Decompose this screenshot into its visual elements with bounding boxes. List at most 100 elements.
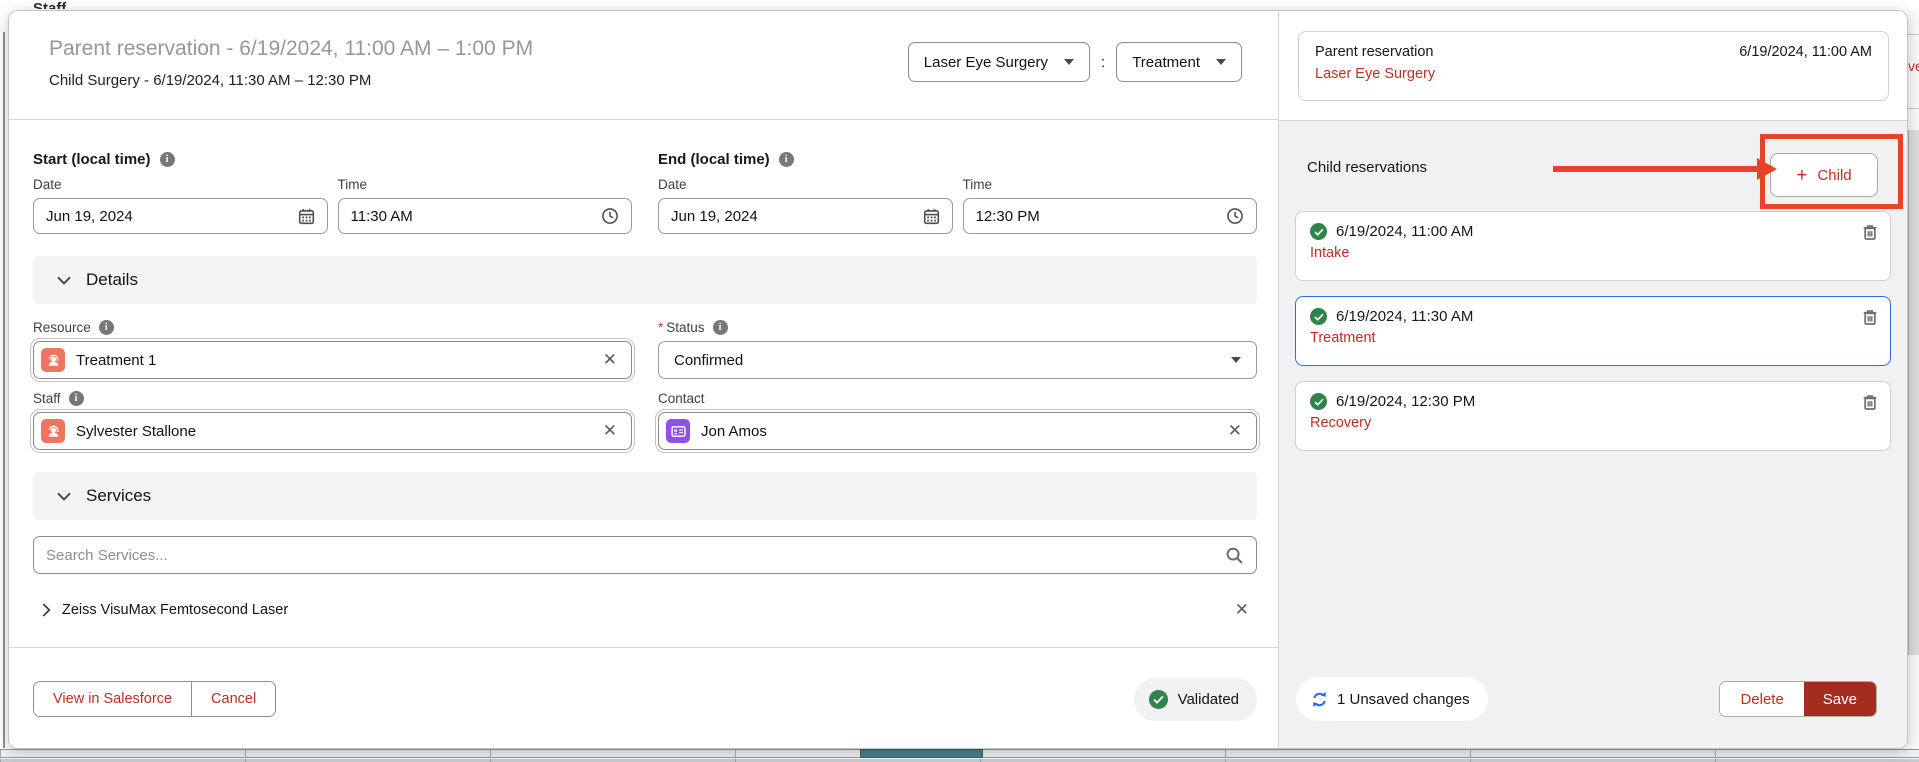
background-page-text-fragment: Staff bbox=[33, 0, 66, 9]
contact-lookup-input[interactable]: Jon Amos ✕ bbox=[658, 412, 1257, 450]
cancel-button[interactable]: Cancel bbox=[191, 682, 275, 716]
resource-lookup-input[interactable]: Treatment 1 ✕ bbox=[33, 341, 632, 379]
unsaved-changes-label: 1 Unsaved changes bbox=[1337, 691, 1470, 708]
form-footer: View in Salesforce Cancel Validated bbox=[9, 647, 1278, 748]
time-label: Time bbox=[963, 177, 1258, 192]
time-label: Time bbox=[338, 177, 633, 192]
background-clipped-red-text: ve bbox=[1908, 58, 1919, 74]
clear-resource-button[interactable]: ✕ bbox=[597, 350, 623, 370]
chevron-down-icon bbox=[1064, 59, 1074, 65]
type-selectors: Laser Eye Surgery : Treatment bbox=[908, 42, 1242, 82]
unsaved-changes-chip[interactable]: 1 Unsaved changes bbox=[1296, 677, 1488, 721]
parent-card-type: Laser Eye Surgery bbox=[1315, 66, 1872, 82]
child-card-datetime: 6/19/2024, 12:30 PM bbox=[1336, 393, 1475, 410]
search-icon bbox=[1225, 546, 1244, 565]
chevron-down-icon bbox=[57, 276, 71, 285]
details-section-header[interactable]: Details bbox=[33, 256, 1257, 304]
start-date-input[interactable]: Jun 19, 2024 bbox=[33, 198, 328, 234]
info-icon[interactable]: i bbox=[69, 391, 84, 406]
start-time-field: Time 11:30 AM bbox=[338, 177, 633, 234]
child-card-datetime: 6/19/2024, 11:30 AM bbox=[1336, 308, 1473, 325]
view-in-salesforce-button[interactable]: View in Salesforce bbox=[34, 682, 191, 716]
start-time-input[interactable]: 11:30 AM bbox=[338, 198, 633, 234]
resource-status-row: Resource i Treatment 1 bbox=[33, 320, 1257, 379]
end-label-text: End (local time) bbox=[658, 151, 770, 168]
services-search-input[interactable] bbox=[46, 547, 1225, 564]
remove-service-button[interactable]: ✕ bbox=[1229, 600, 1255, 620]
info-icon[interactable]: i bbox=[779, 152, 794, 167]
reservation-subtype-select[interactable]: Treatment bbox=[1116, 42, 1242, 82]
calendar-icon bbox=[298, 208, 315, 225]
child-reservation-card[interactable]: 6/19/2024, 11:00 AM Intake bbox=[1295, 211, 1891, 281]
calendar-icon bbox=[923, 208, 940, 225]
delete-child-button[interactable] bbox=[1861, 393, 1879, 411]
resource-label: Resource bbox=[33, 320, 91, 335]
modal-header: Parent reservation - 6/19/2024, 11:00 AM… bbox=[9, 11, 1278, 120]
reservation-type-select[interactable]: Laser Eye Surgery bbox=[908, 42, 1090, 82]
end-date-input[interactable]: Jun 19, 2024 bbox=[658, 198, 953, 234]
services-section-label: Services bbox=[86, 486, 151, 506]
resource-icon bbox=[41, 348, 65, 372]
clear-contact-button[interactable]: ✕ bbox=[1222, 421, 1248, 441]
background-divider bbox=[1908, 34, 1919, 35]
child-card-type: Recovery bbox=[1310, 415, 1876, 431]
delete-child-button[interactable] bbox=[1861, 223, 1879, 241]
child-reservation-card-selected[interactable]: 6/19/2024, 11:30 AM Treatment bbox=[1295, 296, 1891, 366]
info-icon[interactable]: i bbox=[160, 152, 175, 167]
details-section-label: Details bbox=[86, 270, 138, 290]
plus-icon: + bbox=[1796, 166, 1807, 185]
end-time-input[interactable]: 12:30 PM bbox=[963, 198, 1258, 234]
delete-save-group: Delete Save bbox=[1719, 681, 1877, 717]
clear-staff-button[interactable]: ✕ bbox=[597, 421, 623, 441]
info-icon[interactable]: i bbox=[713, 320, 728, 335]
add-child-label: Child bbox=[1817, 167, 1851, 184]
staff-label: Staff bbox=[33, 391, 61, 406]
info-icon[interactable]: i bbox=[99, 320, 114, 335]
add-child-button[interactable]: + Child bbox=[1770, 153, 1878, 197]
chevron-down-icon bbox=[1231, 357, 1241, 363]
parent-card-row: Parent reservation 6/19/2024, 11:00 AM bbox=[1315, 44, 1872, 60]
staff-label-row: Staff i bbox=[33, 391, 632, 406]
start-group: Start (local time) i Date Jun 19, 2024 bbox=[33, 151, 632, 234]
start-time-value: 11:30 AM bbox=[351, 208, 413, 225]
footer-button-group: View in Salesforce Cancel bbox=[33, 681, 276, 717]
start-group-label: Start (local time) i bbox=[33, 151, 632, 168]
child-reservation-subtitle: Child Surgery - 6/19/2024, 11:30 AM – 12… bbox=[49, 72, 371, 89]
staff-lookup-input[interactable]: Sylvester Stallone ✕ bbox=[33, 412, 632, 450]
save-button[interactable]: Save bbox=[1804, 682, 1876, 716]
child-card-row: 6/19/2024, 11:30 AM bbox=[1310, 308, 1876, 325]
staff-icon bbox=[41, 419, 65, 443]
contact-field: Contact Jon Amos ✕ bbox=[658, 391, 1257, 450]
end-fields: Date Jun 19, 2024 bbox=[658, 177, 1257, 234]
background-page-edge bbox=[3, 32, 5, 748]
background-scrollbar-track[interactable] bbox=[1908, 130, 1919, 655]
delete-button[interactable]: Delete bbox=[1720, 682, 1803, 716]
parent-reservation-card[interactable]: Parent reservation 6/19/2024, 11:00 AM L… bbox=[1298, 31, 1889, 101]
selector-separator: : bbox=[1101, 54, 1105, 71]
status-label-row: *Status i bbox=[658, 320, 1257, 335]
form-body: Start (local time) i Date Jun 19, 2024 bbox=[9, 121, 1278, 647]
reservation-modal: Parent reservation - 6/19/2024, 11:00 AM… bbox=[8, 10, 1908, 749]
status-select[interactable]: Confirmed bbox=[658, 341, 1257, 379]
sync-icon bbox=[1311, 691, 1328, 708]
service-item-row[interactable]: Zeiss VisuMax Femtosecond Laser ✕ bbox=[33, 600, 1257, 620]
date-label: Date bbox=[658, 177, 953, 192]
child-reservation-card[interactable]: 6/19/2024, 12:30 PM Recovery bbox=[1295, 381, 1891, 451]
contact-value: Jon Amos bbox=[701, 423, 1211, 440]
chevron-down-icon bbox=[1216, 59, 1226, 65]
staff-contact-row: Staff i Sylvester Stallone bbox=[33, 391, 1257, 450]
start-fields: Date Jun 19, 2024 bbox=[33, 177, 632, 234]
end-group-label: End (local time) i bbox=[658, 151, 1257, 168]
required-asterisk: * bbox=[658, 320, 663, 335]
date-label: Date bbox=[33, 177, 328, 192]
sidebar-header: Parent reservation 6/19/2024, 11:00 AM L… bbox=[1279, 11, 1907, 121]
check-circle-icon bbox=[1310, 393, 1327, 410]
parent-card-datetime: 6/19/2024, 11:00 AM bbox=[1739, 44, 1872, 60]
reservation-form-panel: Parent reservation - 6/19/2024, 11:00 AM… bbox=[9, 11, 1278, 748]
chevron-right-icon bbox=[42, 603, 51, 617]
services-search-box bbox=[33, 536, 1257, 574]
services-section-header[interactable]: Services bbox=[33, 472, 1257, 520]
child-reservations-toolbar: Child reservations + Child bbox=[1295, 121, 1891, 211]
end-date-value: Jun 19, 2024 bbox=[671, 208, 758, 225]
delete-child-button[interactable] bbox=[1861, 308, 1879, 326]
